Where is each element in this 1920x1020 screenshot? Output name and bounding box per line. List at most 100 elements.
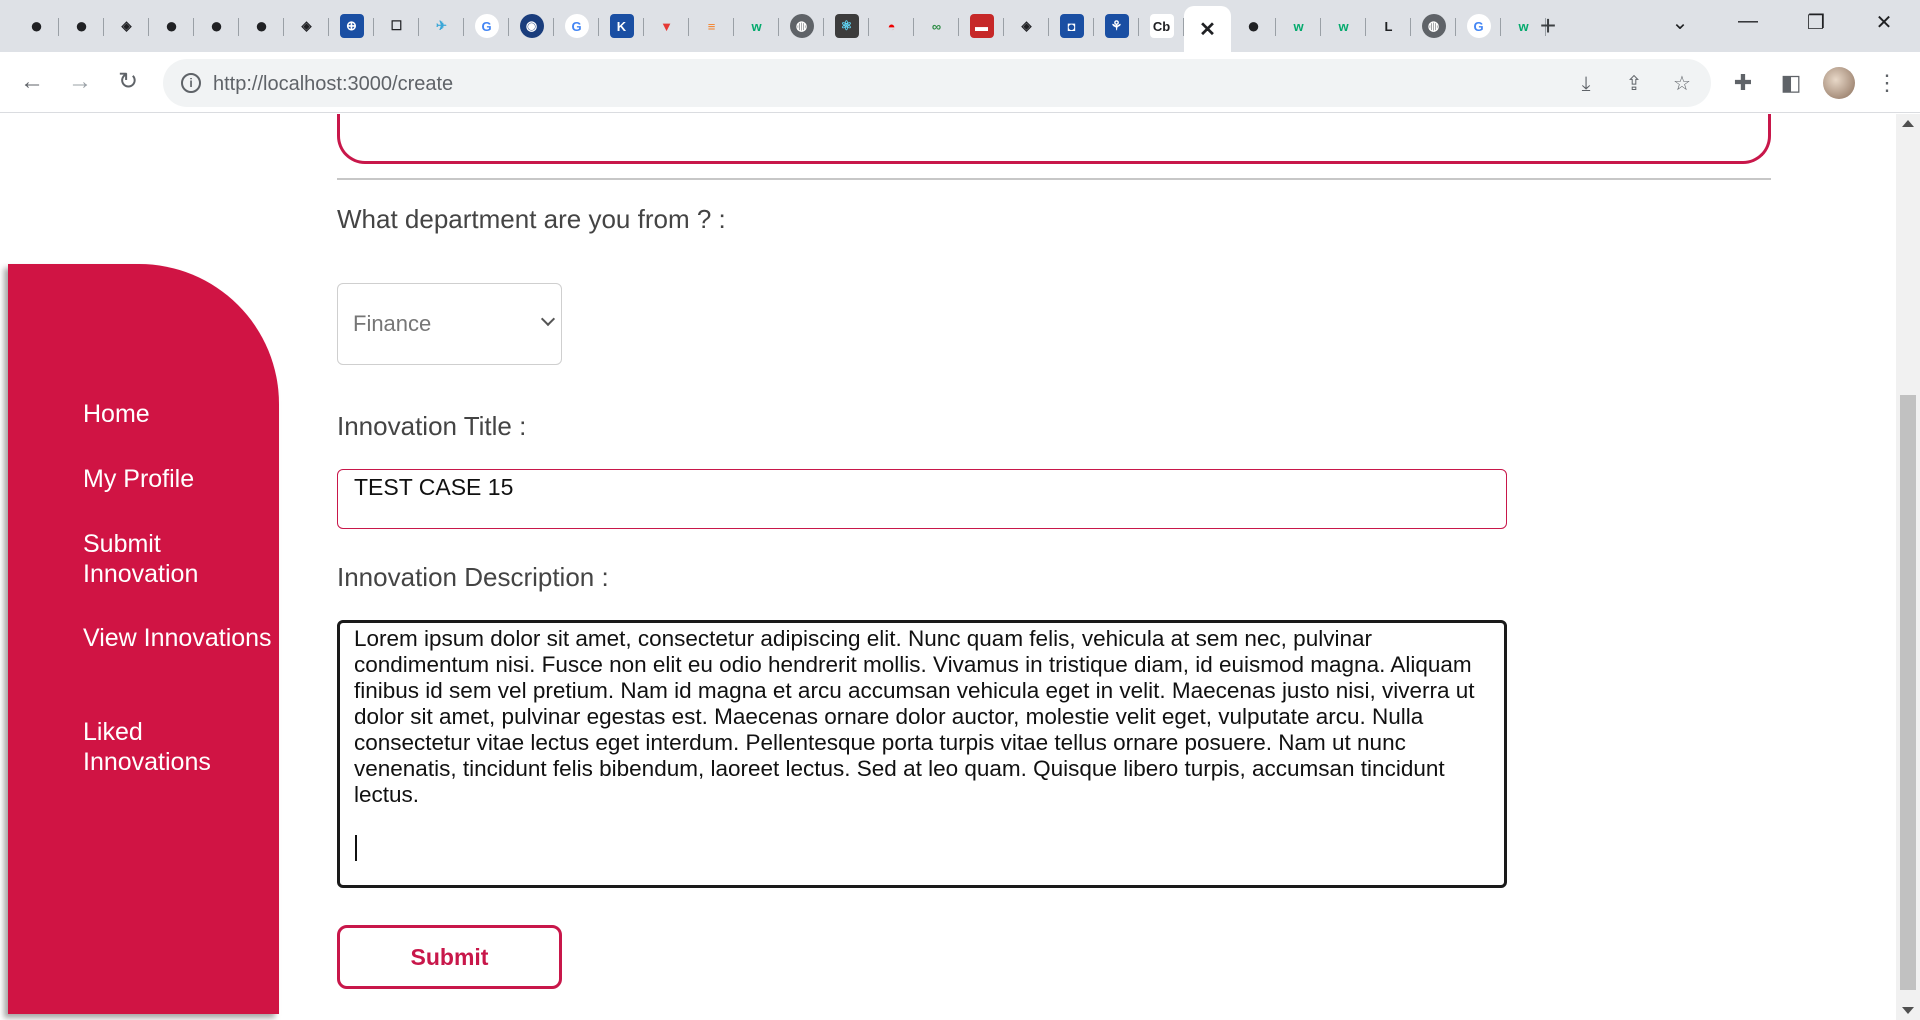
github-icon: ● xyxy=(1246,13,1261,38)
browser-tab[interactable]: ● xyxy=(149,6,194,46)
sidebar-item-my-profile[interactable]: My Profile xyxy=(83,464,273,494)
browser-tab[interactable]: ◉ xyxy=(509,6,554,46)
browser-tab[interactable]: ≡ xyxy=(689,6,734,46)
restore-icon[interactable]: ❐ xyxy=(1796,10,1836,35)
scroll-up-arrow-icon[interactable] xyxy=(1902,120,1914,127)
browser-tab[interactable]: ◓ xyxy=(869,6,914,46)
tab-search-chevron-icon[interactable]: ⌄ xyxy=(1660,10,1700,35)
square-icon: ☐ xyxy=(390,18,403,33)
extensions-icon[interactable]: ✚ xyxy=(1726,66,1760,100)
vertical-scrollbar[interactable] xyxy=(1896,114,1920,1020)
site-info-icon[interactable]: i xyxy=(181,73,201,93)
google-icon: G xyxy=(1466,14,1491,38)
browser-tab[interactable]: ⊕ xyxy=(329,6,374,46)
innovation-title-input[interactable]: TEST CASE 15 xyxy=(337,469,1507,529)
google-icon: G xyxy=(474,14,499,38)
browser-tab[interactable]: Cb xyxy=(1139,6,1184,46)
innovation-description-value: Lorem ipsum dolor sit amet, consectetur … xyxy=(354,626,1475,807)
coinbase-icon: Cb xyxy=(1149,14,1174,38)
department-label: What department are you from ? : xyxy=(337,204,726,234)
sidebar-item-submit-innovation[interactable]: Submit Innovation xyxy=(83,529,273,589)
innovation-description-label: Innovation Description : xyxy=(337,562,609,592)
browser-tab[interactable]: ⚘ xyxy=(1094,6,1139,46)
stackoverflow-icon: ≡ xyxy=(707,18,716,34)
hud-icon: ▬ xyxy=(969,14,994,38)
tab-list: ● ● ◈ ● ● ● ◈ ⊕ ☐ ✈ G ◉ G K ▼ ≡ w ◍ ⚛ ◓ ∞ ▬ ◈ ◘ ⚘ Cb ✕ ● w w L ◍ Gw xyxy=(14,6,1546,52)
browser-tab[interactable]: ● xyxy=(59,6,104,46)
github-icon: ● xyxy=(74,13,89,38)
department-select[interactable]: Finance xyxy=(337,283,562,365)
browser-tab[interactable]: ☐ xyxy=(374,6,419,46)
browser-tab[interactable]: w xyxy=(1321,6,1366,46)
side-panel-icon[interactable]: ◧ xyxy=(1774,66,1808,100)
browser-tab[interactable]: L xyxy=(1366,6,1411,46)
submit-button[interactable]: Submit xyxy=(337,925,562,989)
browser-tab[interactable]: w xyxy=(734,6,779,46)
browser-tab[interactable]: ✈ xyxy=(419,6,464,46)
browser-tab[interactable]: ∞ xyxy=(914,6,959,46)
browser-tab[interactable]: ◈ xyxy=(284,6,329,46)
sidebar-item-home[interactable]: Home xyxy=(83,399,273,429)
globe-icon: ◍ xyxy=(1421,14,1446,38)
sidebar-item-liked-innovations[interactable]: Liked Innovations xyxy=(83,717,273,777)
chevron-down-icon xyxy=(540,311,556,327)
browser-tab[interactable]: G xyxy=(554,6,599,46)
sidebar-item-view-innovations[interactable]: View Innovations xyxy=(83,623,273,653)
browser-tab[interactable]: w xyxy=(1276,6,1321,46)
w3schools-icon: w xyxy=(1338,18,1349,34)
letter-l-icon: L xyxy=(1384,18,1393,34)
innovation-description-textarea[interactable]: Lorem ipsum dolor sit amet, consectetur … xyxy=(337,620,1507,888)
install-icon[interactable]: ⤓ xyxy=(1572,70,1600,98)
app-icon: ⊕ xyxy=(339,14,364,38)
github-icon: ● xyxy=(164,13,179,38)
app-icon: ⚘ xyxy=(1104,14,1129,38)
profile-avatar[interactable] xyxy=(1823,67,1855,99)
geeksforgeeks-icon: ∞ xyxy=(931,18,942,34)
previous-card-border xyxy=(337,114,1771,164)
page-content: What department are you from ? : Finance… xyxy=(0,114,1896,1020)
browser-tab[interactable]: G xyxy=(464,6,509,46)
browser-tab[interactable]: ● xyxy=(14,6,59,46)
browser-tab[interactable]: ◈ xyxy=(104,6,149,46)
w3schools-icon: w xyxy=(1293,18,1304,34)
browser-tab[interactable]: ◘ xyxy=(1049,6,1094,46)
globe-icon: ◍ xyxy=(789,14,814,38)
browser-tab[interactable]: ▼ xyxy=(644,6,689,46)
new-tab-button[interactable]: + xyxy=(1528,10,1568,42)
google-icon: G xyxy=(564,14,589,38)
section-divider xyxy=(337,178,1771,180)
reload-icon[interactable]: ↻ xyxy=(110,65,146,101)
browser-tab[interactable]: ◈ xyxy=(1004,6,1049,46)
redhat-icon: ◓ xyxy=(887,18,896,34)
github-icon: ● xyxy=(254,13,269,38)
browser-tab[interactable]: ◍ xyxy=(779,6,824,46)
browser-tab[interactable]: ⚛ xyxy=(824,6,869,46)
browser-tab[interactable]: ▬ xyxy=(959,6,1004,46)
browser-tab[interactable]: G xyxy=(1456,6,1501,46)
innovation-title-label: Innovation Title : xyxy=(337,411,527,441)
tab-close-icon[interactable]: ✕ xyxy=(1196,17,1220,41)
share-icon[interactable]: ⇪ xyxy=(1620,70,1648,98)
browser-tab[interactable]: ● xyxy=(194,6,239,46)
browser-tab[interactable]: ● xyxy=(1231,6,1276,46)
back-icon[interactable]: ← xyxy=(14,65,50,101)
browser-tab[interactable]: ● xyxy=(239,6,284,46)
bookmark-star-icon[interactable]: ☆ xyxy=(1668,70,1696,98)
menu-kebab-icon[interactable]: ⋮ xyxy=(1870,66,1904,100)
minimize-icon[interactable]: — xyxy=(1728,10,1768,33)
react-icon: ⚛ xyxy=(834,14,859,38)
scroll-down-arrow-icon[interactable] xyxy=(1902,1007,1914,1014)
forward-icon[interactable]: → xyxy=(62,65,98,101)
browser-tab[interactable]: K xyxy=(599,6,644,46)
window-close-icon[interactable]: ✕ xyxy=(1864,10,1904,35)
url-text[interactable]: http://localhost:3000/create xyxy=(213,73,453,96)
scroll-thumb[interactable] xyxy=(1900,395,1916,990)
browser-tab[interactable]: ◍ xyxy=(1411,6,1456,46)
github-icon: ● xyxy=(209,13,224,38)
text-caret xyxy=(355,835,357,861)
address-bar[interactable]: i http://localhost:3000/create ⤓ ⇪ ☆ xyxy=(163,59,1711,107)
innovation-title-value: TEST CASE 15 xyxy=(354,474,514,500)
tab-active[interactable]: ✕ xyxy=(1184,6,1231,52)
vercel-icon: ▼ xyxy=(660,18,673,34)
w3schools-icon: w xyxy=(751,18,762,34)
